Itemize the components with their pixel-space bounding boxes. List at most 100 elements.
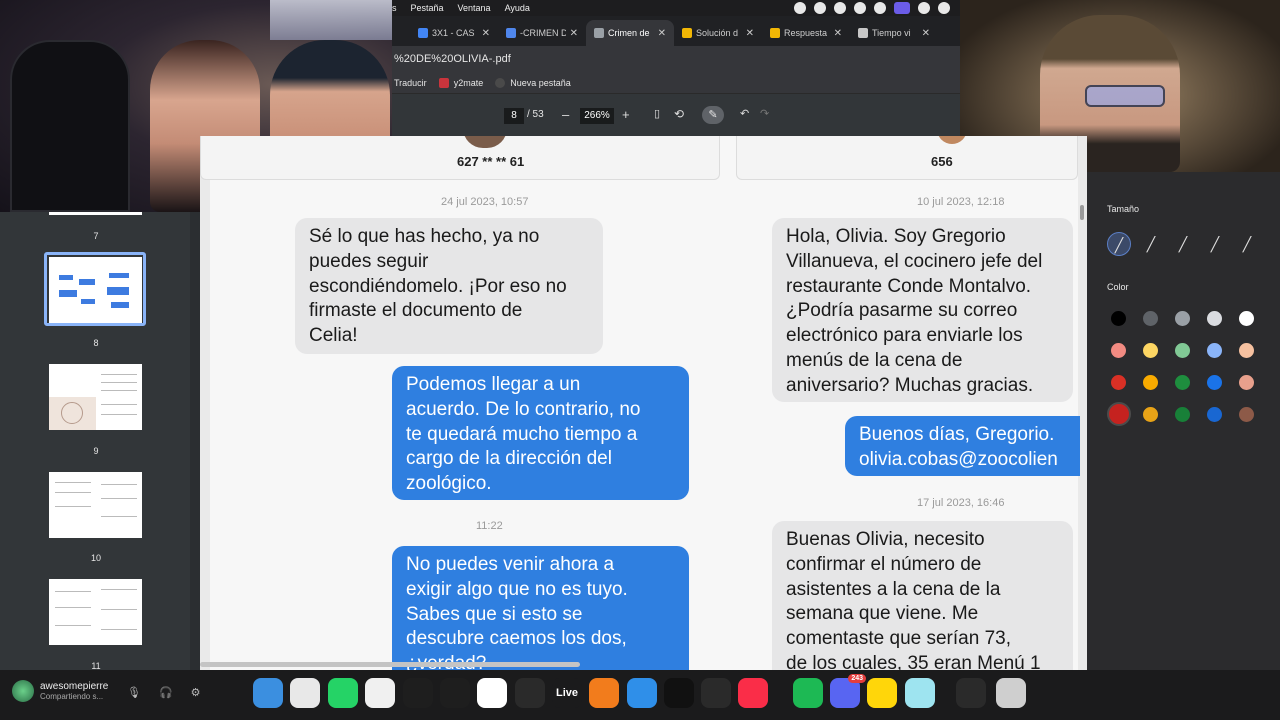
avatar[interactable] [12, 680, 34, 702]
color-swatch[interactable] [1175, 407, 1190, 422]
zoom-level-input[interactable]: 266% [580, 108, 614, 124]
pen-size-4-icon[interactable]: ╱ [1203, 232, 1227, 256]
fit-page-icon[interactable]: ▯ [654, 107, 660, 120]
close-icon[interactable]: ✕ [482, 28, 490, 39]
whatsapp-icon[interactable] [328, 678, 358, 708]
color-swatch[interactable] [1207, 343, 1222, 358]
redo-icon[interactable]: ↷ [760, 107, 769, 120]
color-swatch[interactable] [1207, 311, 1222, 326]
color-swatch[interactable] [1143, 375, 1158, 390]
close-icon[interactable]: ✕ [922, 28, 930, 39]
pen-size-1-icon[interactable]: ╱ [1107, 232, 1131, 256]
color-swatch[interactable] [1175, 311, 1190, 326]
pen-size-2-icon[interactable]: ╱ [1139, 232, 1163, 256]
color-swatch[interactable] [1111, 375, 1126, 390]
status-icon[interactable] [814, 2, 826, 14]
browser-tab[interactable]: Crimen de ✕ [586, 20, 674, 46]
thumbnail-page-11[interactable] [49, 579, 142, 645]
status-icon[interactable] [834, 2, 846, 14]
browser-tab[interactable]: Respuesta ✕ [762, 20, 850, 46]
page-number-input[interactable]: 8 [504, 108, 524, 124]
gear-icon[interactable]: ⚙ [191, 686, 201, 699]
annotate-pen-icon[interactable]: ✎ [702, 106, 724, 124]
address-bar[interactable]: %20DE%20OLIVIA-.pdf [392, 46, 960, 72]
color-swatch[interactable] [1111, 311, 1126, 326]
discord-user-panel[interactable]: awesomepierre Compartiendo s... 🎙 🎧 ⚙ [12, 680, 201, 702]
vertical-scrollbar[interactable] [1080, 205, 1084, 220]
tidal-icon[interactable] [664, 678, 694, 708]
color-swatch[interactable] [1239, 407, 1254, 422]
color-swatch[interactable] [1143, 343, 1158, 358]
pen-size-3-icon[interactable]: ╱ [1171, 232, 1195, 256]
close-icon[interactable]: ✕ [746, 28, 754, 39]
headphones-icon[interactable]: 🎧 [159, 686, 173, 699]
sidebar-scrollbar[interactable] [190, 212, 200, 670]
status-icon[interactable] [854, 2, 866, 14]
browser-tab[interactable]: Tiempo vi ✕ [850, 20, 938, 46]
color-swatch[interactable] [1239, 311, 1254, 326]
microphone-icon[interactable]: 🎙 [127, 686, 141, 699]
zoom-out-button[interactable]: – [562, 107, 569, 122]
menu-item-ventana[interactable]: Ventana [458, 3, 491, 13]
obs-icon[interactable] [515, 678, 545, 708]
status-icon[interactable] [794, 2, 806, 14]
status-icon[interactable] [918, 2, 930, 14]
undo-icon[interactable]: ↶ [740, 107, 749, 120]
freeform-icon[interactable] [905, 678, 935, 708]
close-icon[interactable]: ✕ [834, 28, 842, 39]
trash-icon[interactable] [996, 678, 1026, 708]
notes-icon[interactable] [867, 678, 897, 708]
launchpad-icon[interactable] [290, 678, 320, 708]
thumbnail-page-10[interactable] [49, 472, 142, 538]
color-title: Color [1107, 282, 1129, 292]
browser-tab[interactable]: -CRIMEN D ✕ [498, 20, 586, 46]
capcut-icon[interactable] [365, 678, 395, 708]
safari-icon[interactable] [627, 678, 657, 708]
color-swatch[interactable] [1207, 407, 1222, 422]
status-icon[interactable] [894, 2, 910, 14]
live-label: Live [555, 687, 578, 699]
mixer-icon[interactable] [440, 678, 470, 708]
thumbnail-page-8[interactable] [49, 257, 142, 323]
color-swatch[interactable] [1143, 407, 1158, 422]
discord-icon[interactable]: 243 [830, 674, 866, 708]
color-swatch[interactable] [1239, 375, 1254, 390]
music-icon[interactable] [738, 678, 768, 708]
menu-item-pestana[interactable]: Pestaña [411, 3, 444, 13]
finder-icon[interactable] [253, 678, 283, 708]
color-swatch[interactable] [1107, 402, 1131, 426]
horizontal-scrollbar[interactable] [200, 662, 580, 667]
bookmark-traducir[interactable]: Traducir [394, 78, 427, 88]
color-swatch[interactable] [1143, 311, 1158, 326]
color-swatch[interactable] [1207, 375, 1222, 390]
close-icon[interactable]: ✕ [658, 28, 666, 39]
bookmark-y2mate[interactable]: y2mate [438, 77, 483, 88]
globe-icon [594, 28, 604, 38]
rotate-icon[interactable]: ⟲ [674, 107, 684, 121]
browser-tab[interactable]: 3X1 - CAS ✕ [410, 20, 498, 46]
pen-size-5-icon[interactable]: ╱ [1235, 232, 1259, 256]
menu-item[interactable]: s [392, 3, 397, 13]
color-swatch[interactable] [1175, 343, 1190, 358]
status-icon[interactable] [938, 2, 950, 14]
ableton-live-icon[interactable]: Live [552, 678, 582, 708]
url-text[interactable]: %20DE%20OLIVIA-.pdf [394, 53, 511, 65]
bookmark-nueva-pestana[interactable]: Nueva pestaña [495, 77, 571, 88]
spotify-icon[interactable] [793, 678, 823, 708]
thumbnail-page-9[interactable] [49, 364, 142, 430]
username: awesomepierre [40, 681, 109, 692]
zoom-in-button[interactable]: + [622, 107, 630, 122]
chrome-icon[interactable] [477, 678, 507, 708]
soundwave-icon[interactable] [701, 678, 731, 708]
color-swatch[interactable] [1111, 343, 1126, 358]
color-swatch[interactable] [1175, 375, 1190, 390]
thumbnail-page-6[interactable] [49, 212, 142, 215]
screen-recorder-icon[interactable] [956, 678, 986, 708]
browser-tab[interactable]: Solución d ✕ [674, 20, 762, 46]
close-icon[interactable]: ✕ [570, 28, 578, 39]
streamlabs-icon[interactable] [403, 678, 433, 708]
fl-studio-icon[interactable] [589, 678, 619, 708]
menu-item-ayuda[interactable]: Ayuda [505, 3, 530, 13]
status-icon[interactable] [874, 2, 886, 14]
color-swatch[interactable] [1239, 343, 1254, 358]
